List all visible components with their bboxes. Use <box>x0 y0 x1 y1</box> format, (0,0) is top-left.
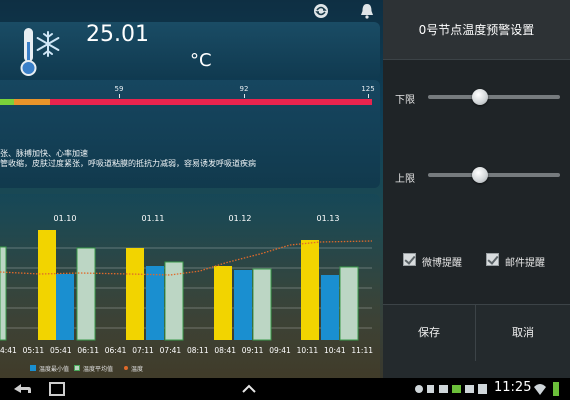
scale-tick <box>119 94 120 98</box>
action-bar <box>0 0 380 22</box>
chart-group-label: 01.13 <box>317 214 340 223</box>
advice-text-line-2: 管收缩，皮肤过度紧张，呼吸道粘膜的抵抗力减弱，容易诱发呼吸道疾病 <box>0 159 256 168</box>
scale-segment-orange <box>14 99 50 105</box>
x-axis-label: 10:41 <box>324 346 346 355</box>
scale-tick-label: 125 <box>361 85 375 93</box>
upper-limit-label: 上限 <box>395 174 415 185</box>
x-axis-label: 05:41 <box>50 346 72 355</box>
temperature-scale-panel: 59 92 125 张、脉搏加快、心率加速 管收缩，皮肤过度紧张，呼吸道粘膜的抵… <box>0 80 380 188</box>
email-alert-label: 邮件提醒 <box>505 258 545 269</box>
chart-group-label: 01.10 <box>54 214 77 223</box>
thermometer-icon <box>20 28 60 76</box>
slider-thumb[interactable] <box>472 89 489 105</box>
battery-icon <box>553 382 559 396</box>
chart-bar-avg <box>76 247 96 341</box>
wifi-icon <box>534 384 546 395</box>
current-temperature-panel: 25.01 °C <box>0 22 380 78</box>
email-alert-checkbox[interactable] <box>486 253 499 266</box>
save-button[interactable]: 保存 <box>383 305 476 361</box>
status-icons <box>415 384 487 394</box>
x-axis-label: 08:11 <box>187 346 209 355</box>
cancel-button[interactable]: 取消 <box>476 305 570 361</box>
scale-segment-green <box>0 99 14 105</box>
upper-limit-slider[interactable] <box>428 166 560 184</box>
legend-swatch-min <box>30 365 36 371</box>
chart-bar-avg <box>339 266 359 341</box>
chart-bar-min <box>146 266 164 340</box>
scale-tick-label: 59 <box>114 85 124 93</box>
x-axis-label: 08:41 <box>214 346 236 355</box>
x-axis-label: 09:11 <box>242 346 264 355</box>
alert-settings-dialog: 0号节点温度预警设置 下限 上限 微博提醒 邮件提醒 保存 取消 <box>383 0 570 378</box>
scale-segment-red <box>50 99 372 105</box>
app-screen: 25.01 °C 59 92 125 张、脉搏加快、心率加速 管收缩，皮肤过度紧… <box>0 0 570 378</box>
chart-bar-min <box>234 270 252 340</box>
chart-bar-min <box>321 275 339 340</box>
legend-swatch-avg <box>74 365 80 371</box>
lower-limit-label: 下限 <box>395 95 415 106</box>
temperature-unit: °C <box>190 50 212 71</box>
slider-track <box>428 173 560 177</box>
x-axis-label: 06:11 <box>77 346 99 355</box>
chart-group-label: 01.12 <box>229 214 252 223</box>
lower-limit-slider[interactable] <box>428 88 560 106</box>
chart-bar-avg <box>252 268 272 341</box>
system-navigation-bar: 11:25 <box>0 378 570 400</box>
temperature-chart: 01.10 01.11 01.12 01.13 04:41 05:11 05:41 06:11… <box>0 214 373 355</box>
dialog-body: 下限 上限 微博提醒 邮件提醒 <box>383 60 570 304</box>
x-axis-label: 07:11 <box>132 346 154 355</box>
chart-bar-min <box>56 274 74 340</box>
x-axis-label: 09:41 <box>269 346 291 355</box>
refresh-icon[interactable] <box>312 2 330 20</box>
dialog-title: 0号节点温度预警设置 <box>383 0 570 60</box>
chevron-up-icon[interactable] <box>240 378 258 400</box>
x-axis-label: 10:11 <box>297 346 319 355</box>
chart-bar-max <box>301 240 319 340</box>
scale-tick <box>244 94 245 98</box>
home-icon[interactable] <box>48 378 66 400</box>
dialog-button-row: 保存 取消 <box>383 304 570 361</box>
chart-bar-max <box>214 266 232 340</box>
chart-bar-max <box>38 230 56 340</box>
weibo-alert-label: 微博提醒 <box>422 258 462 269</box>
slider-track <box>428 95 560 99</box>
chart-bar-max <box>126 248 144 340</box>
x-axis-label: 06:41 <box>105 346 127 355</box>
scale-tick-label: 92 <box>239 85 249 93</box>
status-clock: 11:25 <box>494 380 532 395</box>
legend-label-temp: 温度 <box>131 366 144 373</box>
chart-panel: 01.10 01.11 01.12 01.13 04:41 05:11 05:41 06:11… <box>0 194 380 378</box>
x-axis-label: 04:41 <box>0 346 17 355</box>
legend-label-avg: 温度平均值 <box>83 366 114 373</box>
legend-swatch-temp <box>124 366 128 370</box>
x-axis-label: 07:41 <box>160 346 182 355</box>
x-axis-label: 11:11 <box>351 346 373 355</box>
bell-icon[interactable] <box>358 2 376 20</box>
temperature-value: 25.01 <box>86 22 149 47</box>
x-axis-label: 05:11 <box>23 346 45 355</box>
back-icon[interactable] <box>10 378 34 400</box>
scale-tick <box>368 94 369 98</box>
legend-label-min: 温度最小值 <box>39 366 70 373</box>
chart-bar-avg <box>0 246 7 341</box>
chart-group-label: 01.11 <box>142 214 165 223</box>
slider-thumb[interactable] <box>472 167 489 183</box>
weibo-alert-checkbox[interactable] <box>403 253 416 266</box>
